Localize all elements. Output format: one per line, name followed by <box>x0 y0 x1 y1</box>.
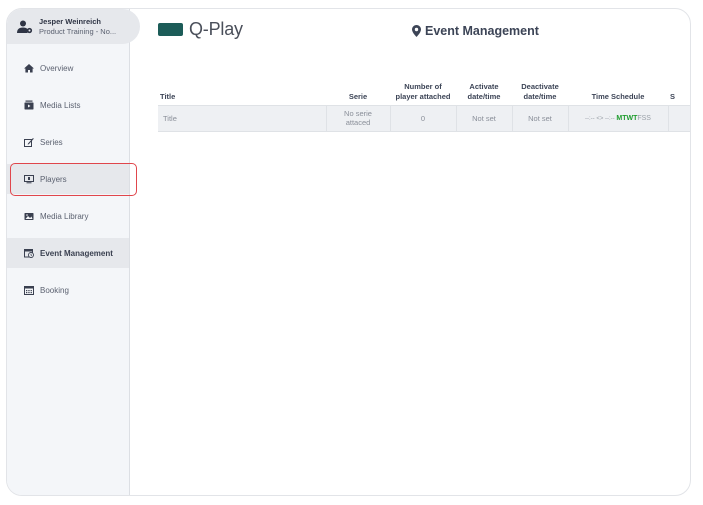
calendar-icon <box>24 286 34 295</box>
table-row[interactable]: Title No serie attaced 0 Not set Not set … <box>158 104 690 132</box>
page-title: Event Management <box>412 24 539 38</box>
user-name: Jesper Weinreich <box>39 16 101 26</box>
sidebar-item-label: Players <box>40 174 67 184</box>
cell-deactivate: Not set <box>512 104 569 132</box>
map-pin-icon <box>412 25 421 37</box>
column-header-activate[interactable]: Activate date/time <box>456 79 512 105</box>
sidebar-item-label: Booking <box>40 285 69 295</box>
sidebar-item-media-lists[interactable]: Media Lists <box>7 90 129 120</box>
sidebar: Jesper Weinreich Product Training - No..… <box>7 9 140 495</box>
header: Q-Play Event Management <box>158 17 690 47</box>
player-screen-icon <box>24 175 34 184</box>
sidebar-item-label: Media Library <box>40 211 89 221</box>
cell-players-attached: 0 <box>390 104 457 132</box>
image-library-icon <box>24 213 34 220</box>
cell-serie: No serie attaced <box>326 104 391 132</box>
sidebar-nav: Overview Media Lists Series Players Medi… <box>7 53 137 312</box>
column-header-deactivate[interactable]: Deactivate date/time <box>512 79 568 105</box>
sidebar-item-label: Media Lists <box>40 100 81 110</box>
column-header-status[interactable]: S <box>668 79 690 105</box>
events-table-container: Title Serie Number of player attached Act… <box>158 79 690 132</box>
sidebar-item-event-management[interactable]: Event Management <box>7 238 129 268</box>
media-list-icon <box>24 100 34 110</box>
sidebar-item-label: Series <box>40 137 63 147</box>
page-title-text: Event Management <box>425 24 539 38</box>
column-header-time-schedule[interactable]: Time Schedule <box>568 79 668 105</box>
brand-logo <box>158 23 183 36</box>
user-settings-icon <box>17 20 33 33</box>
sidebar-item-media-library[interactable]: Media Library <box>7 201 129 231</box>
cell-title: Title <box>158 104 327 132</box>
sidebar-item-booking[interactable]: Booking <box>7 275 129 305</box>
calendar-clock-icon <box>24 249 34 258</box>
sidebar-item-overview[interactable]: Overview <box>7 53 129 83</box>
schedule-time-range: --:-- <> --:-- <box>585 115 615 122</box>
brand-name: Q-Play <box>189 19 243 39</box>
home-icon <box>24 64 34 73</box>
cell-status <box>668 104 690 132</box>
sidebar-item-series[interactable]: Series <box>7 127 129 157</box>
schedule-inactive-days: FSS <box>637 114 651 122</box>
app-window: Jesper Weinreich Product Training - No..… <box>6 8 691 496</box>
sidebar-item-label: Event Management <box>40 248 113 258</box>
user-profile-card[interactable]: Jesper Weinreich Product Training - No..… <box>7 9 140 44</box>
column-header-serie[interactable]: Serie <box>326 79 390 105</box>
column-header-players-attached[interactable]: Number of player attached <box>390 79 456 105</box>
column-header-title[interactable]: Title <box>158 79 326 105</box>
brand[interactable]: Q-Play <box>158 19 243 40</box>
schedule-active-days: MTWT <box>616 114 638 122</box>
edit-square-icon <box>24 138 34 147</box>
sidebar-item-players[interactable]: Players <box>7 163 137 196</box>
table-header-row: Title Serie Number of player attached Act… <box>158 79 690 105</box>
user-organization: Product Training - No... <box>39 26 117 36</box>
cell-time-schedule: --:-- <> --:-- MTWTFSS <box>568 104 669 132</box>
events-table: Title Serie Number of player attached Act… <box>158 79 690 132</box>
cell-activate: Not set <box>456 104 513 132</box>
sidebar-item-label: Overview <box>40 63 74 73</box>
